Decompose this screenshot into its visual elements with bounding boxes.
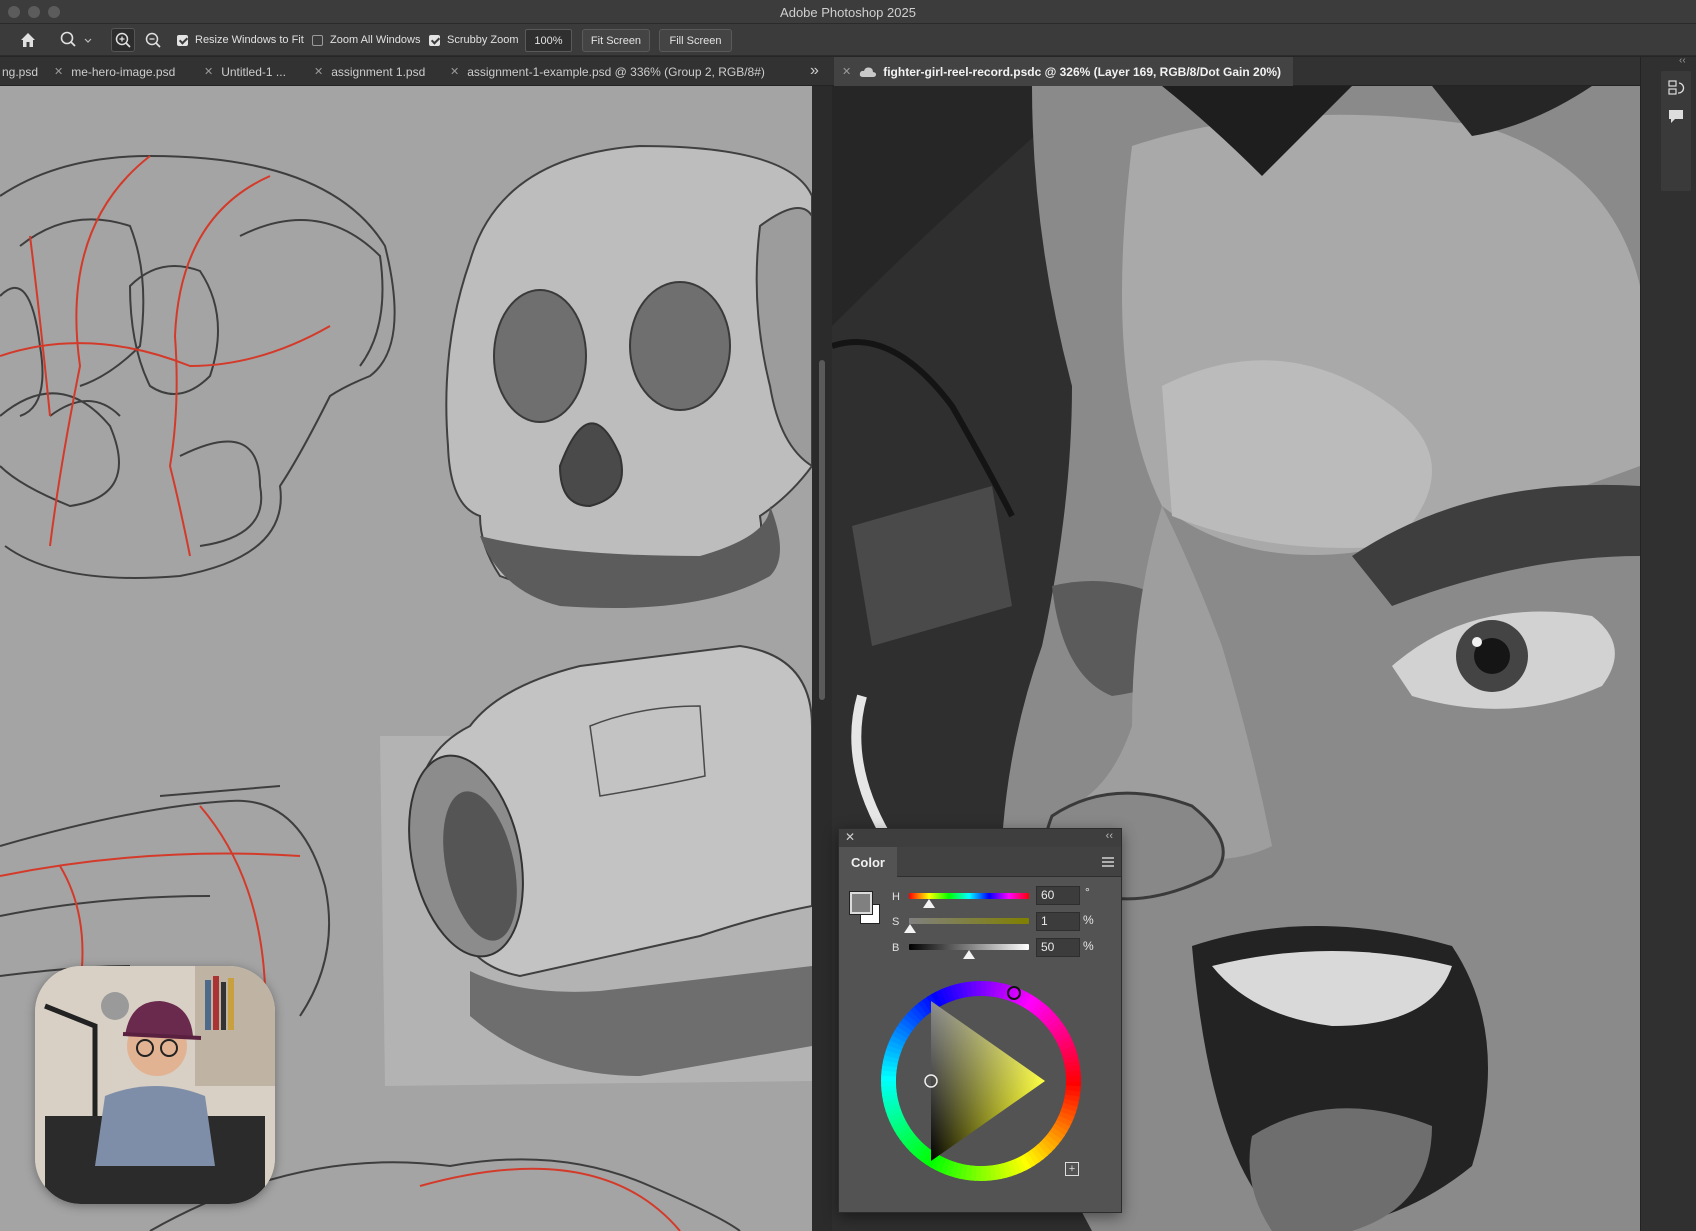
panel-menu-icon[interactable] bbox=[1101, 855, 1115, 873]
webcam-overlay bbox=[35, 966, 275, 1204]
tab-me-hero-image[interactable]: ✕ me-hero-image.psd bbox=[54, 57, 175, 86]
scrubby-zoom-label: Scrubby Zoom bbox=[447, 34, 519, 46]
history-icon[interactable] bbox=[1667, 79, 1685, 102]
add-swatch-icon[interactable]: + bbox=[1065, 1162, 1079, 1176]
brightness-label: B bbox=[892, 942, 900, 954]
hue-slider-thumb[interactable] bbox=[923, 899, 936, 908]
tab-assignment-1[interactable]: ✕ assignment 1.psd bbox=[314, 57, 425, 86]
resize-windows-checkbox[interactable] bbox=[177, 34, 188, 46]
fit-screen-button[interactable]: Fit Screen bbox=[582, 29, 650, 52]
foreground-color-swatch[interactable] bbox=[849, 891, 873, 915]
photoshop-window: Adobe Photoshop 2025 Resize Windows to F… bbox=[0, 0, 1696, 1231]
close-icon[interactable]: ✕ bbox=[204, 65, 213, 78]
title-bar: Adobe Photoshop 2025 bbox=[0, 0, 1696, 24]
tab-label: assignment 1.psd bbox=[331, 64, 426, 79]
resize-windows-label: Resize Windows to Fit bbox=[195, 34, 304, 46]
close-icon[interactable]: ✕ bbox=[314, 65, 323, 78]
close-icon[interactable]: ✕ bbox=[845, 830, 855, 844]
brightness-value-field[interactable]: 50 bbox=[1036, 938, 1080, 957]
tab-label: fighter-girl-reel-record.psdc @ 326% (La… bbox=[883, 64, 1282, 79]
hue-ring-segment[interactable] bbox=[1065, 1075, 1081, 1083]
zoom-all-windows-checkbox[interactable] bbox=[312, 34, 323, 46]
color-wheel[interactable] bbox=[869, 969, 1093, 1193]
webcam-video-image bbox=[35, 966, 275, 1204]
zoom-all-windows-option[interactable]: Zoom All Windows bbox=[312, 24, 420, 56]
close-icon[interactable]: ✕ bbox=[54, 65, 63, 78]
zoom-out-icon[interactable] bbox=[141, 28, 165, 52]
comments-icon[interactable] bbox=[1667, 107, 1685, 130]
home-icon[interactable] bbox=[16, 28, 40, 52]
saturation-label: S bbox=[892, 916, 900, 928]
close-icon[interactable]: ✕ bbox=[842, 65, 851, 78]
close-icon[interactable]: ✕ bbox=[450, 65, 459, 78]
zoom-tool-icon[interactable] bbox=[56, 28, 96, 52]
saturation-slider-thumb[interactable] bbox=[904, 924, 917, 933]
brightness-slider-thumb[interactable] bbox=[963, 950, 975, 959]
tab-label: Untitled-1 ... bbox=[221, 64, 286, 79]
fill-screen-button[interactable]: Fill Screen bbox=[659, 29, 732, 52]
hue-value-field[interactable]: 60 bbox=[1036, 886, 1080, 905]
color-panel-header[interactable]: ✕ ‹‹ bbox=[839, 829, 1121, 847]
tab-fighter-girl[interactable]: ✕ fighter-girl-reel-record.psdc @ 326% (… bbox=[834, 57, 1294, 86]
collapse-arrows-icon[interactable]: ‹‹ bbox=[1106, 830, 1113, 842]
collapse-arrows-icon[interactable]: ‹‹ bbox=[1679, 55, 1686, 66]
scrubby-zoom-checkbox[interactable] bbox=[429, 34, 440, 46]
saturation-value-field[interactable]: 1 bbox=[1036, 912, 1080, 931]
left-canvas[interactable] bbox=[0, 86, 812, 1231]
tab-ng-psd[interactable]: ng.psd bbox=[2, 57, 38, 86]
hue-unit: ° bbox=[1085, 885, 1090, 899]
color-panel: ✕ ‹‹ Color H 60 ° S 1 % B 50 % + bbox=[838, 828, 1122, 1213]
brightness-unit: % bbox=[1083, 939, 1094, 953]
saturation-slider[interactable] bbox=[909, 918, 1029, 924]
tab-assignment-1-example[interactable]: ✕ assignment-1-example.psd @ 336% (Group… bbox=[450, 57, 765, 86]
left-document-tabs: ng.psd ✕ me-hero-image.psd ✕ Untitled-1 … bbox=[0, 57, 832, 86]
tab-untitled-1[interactable]: ✕ Untitled-1 ... bbox=[204, 57, 286, 86]
cloud-document-icon bbox=[859, 66, 877, 78]
color-panel-tabbar: Color bbox=[839, 847, 1121, 877]
right-document-tabs: ✕ fighter-girl-reel-record.psdc @ 326% (… bbox=[832, 57, 1640, 86]
app-title: Adobe Photoshop 2025 bbox=[780, 5, 916, 20]
zoom-all-windows-label: Zoom All Windows bbox=[330, 34, 421, 46]
panel-icon-strip: ‹‹ bbox=[1640, 55, 1696, 1231]
tab-overflow-button[interactable]: » bbox=[810, 56, 819, 85]
tab-label: ng.psd bbox=[2, 64, 39, 79]
options-bar: Resize Windows to Fit Zoom All Windows S… bbox=[0, 24, 1696, 56]
zoom-in-icon[interactable] bbox=[111, 28, 135, 52]
hue-label: H bbox=[892, 891, 900, 903]
saturation-unit: % bbox=[1083, 913, 1094, 927]
zoom-percent-field[interactable]: 100% bbox=[525, 29, 572, 52]
panel-dock bbox=[1661, 71, 1691, 191]
tab-color[interactable]: Color bbox=[839, 847, 897, 877]
scrubby-zoom-option[interactable]: Scrubby Zoom bbox=[429, 24, 519, 56]
tab-label: me-hero-image.psd bbox=[71, 64, 176, 79]
tab-label: assignment-1-example.psd @ 336% (Group 2… bbox=[467, 64, 765, 79]
left-canvas-scrollbar[interactable] bbox=[819, 360, 825, 700]
resize-windows-option[interactable]: Resize Windows to Fit bbox=[177, 24, 304, 56]
